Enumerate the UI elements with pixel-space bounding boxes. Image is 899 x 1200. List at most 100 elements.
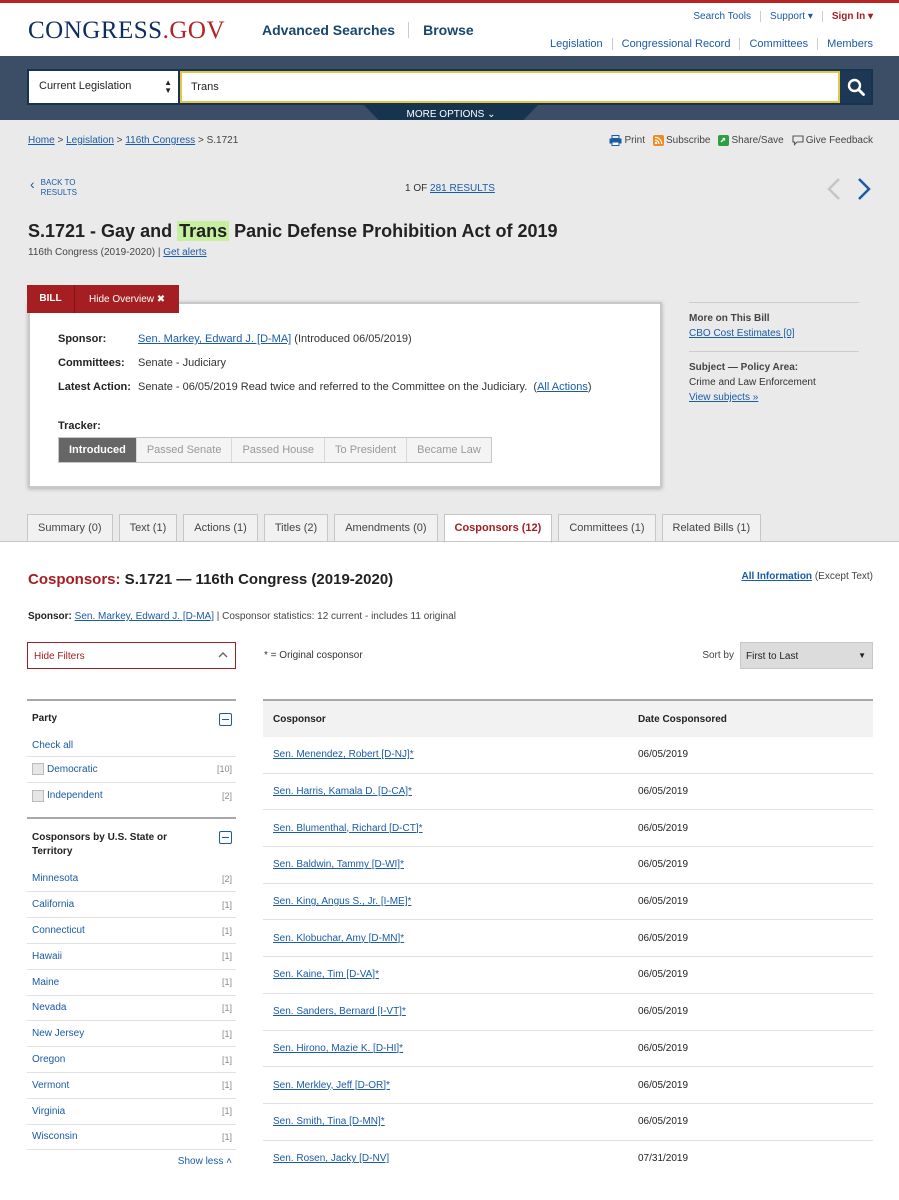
column-date-cosponsored[interactable]: Date Cosponsored <box>638 714 873 725</box>
nav-advanced-searches[interactable]: Advanced Searches <box>262 22 408 38</box>
cosponsor-link[interactable]: Sen. Menendez, Robert [D-NJ]* <box>263 749 638 760</box>
latest-action-value: Senate - 06/05/2019 Read twice and refer… <box>138 381 528 393</box>
breadcrumb-legislation[interactable]: Legislation <box>66 135 114 146</box>
nav-members[interactable]: Members <box>817 38 873 50</box>
more-heading: More on This Bill <box>689 313 770 324</box>
checkbox[interactable] <box>32 789 44 802</box>
back-to-results[interactable]: ‹ BACK TO RESULTS <box>30 176 77 198</box>
tracker-step-became-law: Became Law <box>406 438 491 462</box>
bill-congress-line: 116th Congress (2019-2020) | Get alerts <box>28 247 207 258</box>
filter-item-state[interactable]: Vermont [1] <box>27 1073 236 1099</box>
filter-item-state[interactable]: Minnesota [2] <box>27 867 236 893</box>
cosponsor-link[interactable]: Sen. Merkley, Jeff [D-OR]* <box>263 1080 638 1091</box>
share-save-button[interactable]: Share/Save <box>718 135 784 146</box>
collapse-icon[interactable] <box>219 713 232 726</box>
tracker-step-passed-house: Passed House <box>231 438 324 462</box>
filter-item-state[interactable]: Virginia [1] <box>27 1099 236 1125</box>
breadcrumb-home[interactable]: Home <box>28 135 55 146</box>
sort-control: Sort by First to Last ▼ <box>702 642 873 669</box>
congress-gov-logo[interactable]: CONGRESS.GOV <box>28 17 225 45</box>
search-scope-select[interactable]: Current Legislation ▲ ▼ <box>29 71 180 103</box>
cosponsor-link[interactable]: Sen. Hirono, Mazie K. [D-HI]* <box>263 1043 638 1054</box>
results-link[interactable]: 281 RESULTS <box>430 183 495 194</box>
bill-overview-panel: Sponsor: Sen. Markey, Edward J. [D-MA] (… <box>28 302 662 488</box>
filter-item-state[interactable]: Nevada [1] <box>27 996 236 1022</box>
cosponsor-link[interactable]: Sen. Blumenthal, Richard [D-CT]* <box>263 823 638 834</box>
cosponsor-link[interactable]: Sen. Kaine, Tim [D-VA]* <box>263 969 638 980</box>
hide-overview-button[interactable]: Hide Overview ✖ <box>75 294 165 305</box>
tab-text[interactable]: Text (1) <box>118 514 178 542</box>
cosponsor-date: 06/05/2019 <box>638 859 689 871</box>
give-feedback-button[interactable]: Give Feedback <box>792 135 873 146</box>
all-information-link[interactable]: All Information <box>741 571 812 582</box>
party-heading: Party <box>32 713 58 724</box>
filter-item-democratic[interactable]: Democratic [10] <box>27 757 236 783</box>
cosponsor-link[interactable]: Sen. Klobuchar, Amy [D-MN]* <box>263 933 638 944</box>
show-less-link[interactable]: Show less ˄ <box>27 1150 236 1167</box>
tab-cosponsors[interactable]: Cosponsors (12) <box>443 514 553 543</box>
checkbox[interactable] <box>32 763 44 776</box>
nav-legislation[interactable]: Legislation <box>541 38 612 50</box>
speech-bubble-icon <box>792 135 804 146</box>
cosponsor-link[interactable]: Sen. Smith, Tina [D-MN]* <box>263 1116 638 1127</box>
filter-item-state[interactable]: Oregon [1] <box>27 1047 236 1073</box>
cosponsors-heading: Cosponsors: S.1721 — 116th Congress (201… <box>28 571 394 588</box>
nav-committees[interactable]: Committees <box>739 38 817 50</box>
latest-action-row: Latest Action: Senate - 06/05/2019 Read … <box>58 381 592 393</box>
column-cosponsor[interactable]: Cosponsor <box>263 714 638 725</box>
cosponsor-date: 06/05/2019 <box>638 896 689 908</box>
bill-label: BILL <box>27 285 75 313</box>
sort-label: Sort by <box>702 650 734 661</box>
sign-in-menu[interactable]: Sign In ▾ <box>821 11 873 22</box>
nav-browse[interactable]: Browse <box>408 22 487 38</box>
collapse-icon[interactable] <box>219 830 232 844</box>
next-result-icon[interactable] <box>857 177 871 201</box>
filter-item-state[interactable]: Wisconsin [1] <box>27 1125 236 1151</box>
rss-icon <box>653 135 664 146</box>
filter-item-state[interactable]: Maine [1] <box>27 970 236 996</box>
tab-summary[interactable]: Summary (0) <box>27 514 113 542</box>
table-row: Sen. Harris, Kamala D. [D-CA]* 06/05/2019 <box>263 774 873 811</box>
tab-titles[interactable]: Titles (2) <box>263 514 329 542</box>
result-position: 1 OF 281 RESULTS <box>405 183 495 194</box>
cosponsor-date: 06/05/2019 <box>638 822 689 834</box>
cosponsor-link[interactable]: Sen. Baldwin, Tammy [D-WI]* <box>263 859 638 870</box>
print-button[interactable]: Print <box>609 135 645 146</box>
subscribe-button[interactable]: Subscribe <box>653 135 710 146</box>
sponsor-summary-link[interactable]: Sen. Markey, Edward J. [D-MA] <box>75 611 214 622</box>
sort-select[interactable]: First to Last ▼ <box>740 642 873 669</box>
cbo-cost-estimates-link[interactable]: CBO Cost Estimates [0] <box>689 328 859 339</box>
tab-related-bills[interactable]: Related Bills (1) <box>661 514 762 542</box>
filter-item-independent[interactable]: Independent [2] <box>27 783 236 809</box>
breadcrumb-congress[interactable]: 116th Congress <box>125 135 195 146</box>
tab-actions[interactable]: Actions (1) <box>183 514 258 542</box>
chevron-up-icon <box>218 652 228 658</box>
hide-filters-toggle[interactable]: Hide Filters <box>27 642 236 669</box>
cosponsor-link[interactable]: Sen. Harris, Kamala D. [D-CA]* <box>263 786 638 797</box>
previous-result-icon[interactable] <box>827 177 841 201</box>
search-tools-link[interactable]: Search Tools <box>684 11 760 22</box>
support-menu[interactable]: Support ▾ <box>760 11 822 22</box>
filter-item-state[interactable]: California [1] <box>27 892 236 919</box>
tab-committees[interactable]: Committees (1) <box>558 514 656 542</box>
search-input[interactable] <box>180 71 840 103</box>
chevron-left-icon: ‹ <box>30 176 35 192</box>
cosponsor-link[interactable]: Sen. King, Angus S., Jr. [I-ME]* <box>263 896 638 907</box>
cosponsor-link[interactable]: Sen. Rosen, Jacky [D-NV] <box>263 1153 638 1164</box>
tab-amendments[interactable]: Amendments (0) <box>334 514 438 542</box>
cosponsor-link[interactable]: Sen. Sanders, Bernard [I-VT]* <box>263 1006 638 1017</box>
search-button[interactable] <box>840 71 871 103</box>
table-row: Sen. Blumenthal, Richard [D-CT]* 06/05/20… <box>263 810 873 848</box>
subject-heading: Subject — Policy Area: <box>689 362 799 373</box>
sponsor-link[interactable]: Sen. Markey, Edward J. [D-MA] <box>138 333 291 345</box>
get-alerts-link[interactable]: Get alerts <box>163 247 206 258</box>
nav-congressional-record[interactable]: Congressional Record <box>611 38 740 50</box>
filter-item-state[interactable]: New Jersey [1] <box>27 1021 236 1048</box>
check-all-link[interactable]: Check all <box>27 732 236 757</box>
view-subjects-link[interactable]: View subjects » <box>689 392 859 403</box>
all-actions-link[interactable]: All Actions <box>537 381 588 393</box>
bill-tracker: Introduced Passed Senate Passed House To… <box>58 437 492 463</box>
filter-item-state[interactable]: Connecticut [1] <box>27 918 236 944</box>
filter-item-state[interactable]: Hawaii [1] <box>27 944 236 970</box>
committees-label: Committees: <box>58 357 125 369</box>
